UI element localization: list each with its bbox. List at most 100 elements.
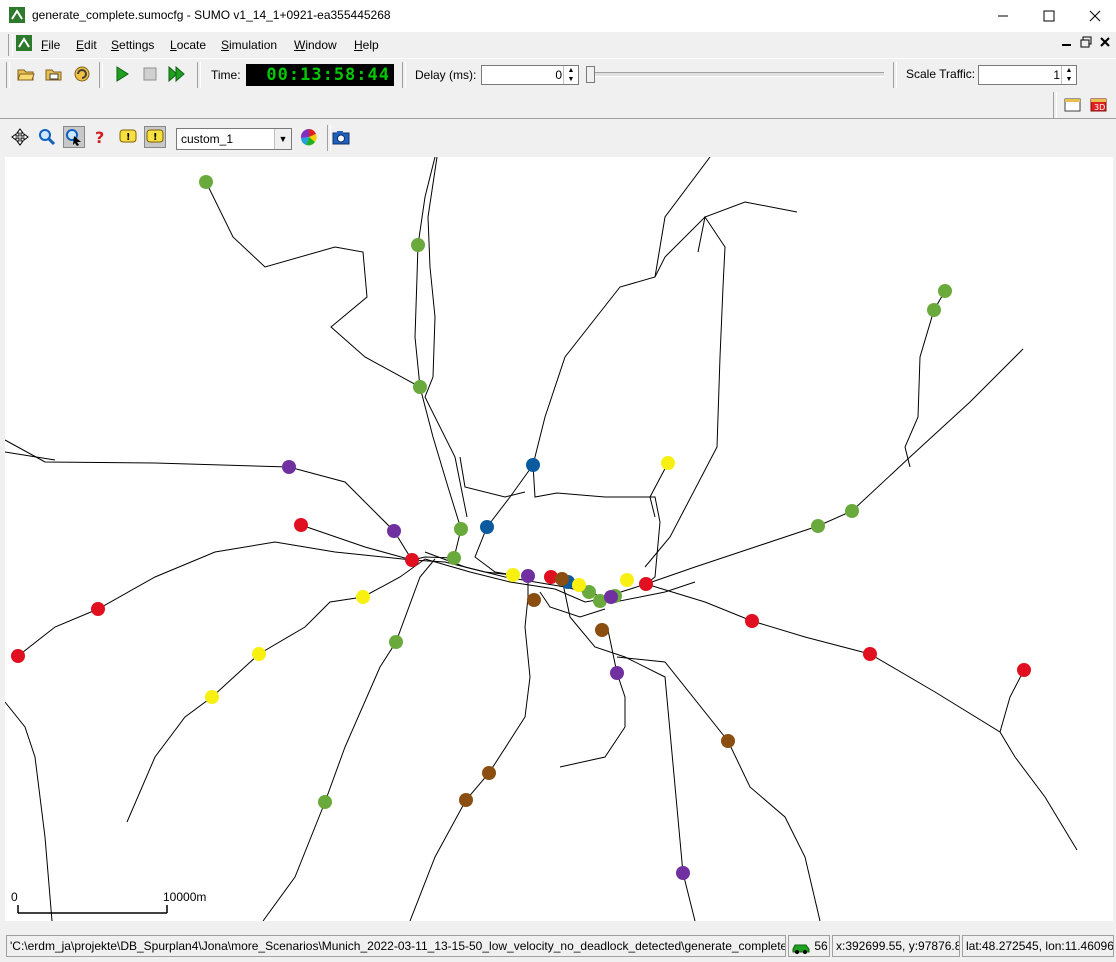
vehicle-marker-red[interactable] [91, 602, 105, 616]
vehicle-marker-yellow[interactable] [661, 456, 675, 470]
camera-icon [332, 131, 350, 145]
edit-coloring-button[interactable] [298, 126, 320, 148]
vehicle-marker-green[interactable] [318, 795, 332, 809]
open-network-button[interactable] [43, 63, 65, 85]
vehicle-marker-red[interactable] [639, 577, 653, 591]
vehicle-count-field: 56 [788, 935, 830, 957]
vehicle-marker-blue[interactable] [480, 520, 494, 534]
delay-slider-thumb[interactable] [586, 66, 595, 83]
spin-down-icon[interactable]: ▼ [1062, 75, 1076, 84]
delay-spinner[interactable]: 0 ▲ ▼ [481, 65, 579, 85]
color-wheel-icon [300, 128, 317, 146]
menubar-grip[interactable] [8, 34, 13, 56]
rail-edge [616, 656, 821, 921]
query-button[interactable]: ? [90, 126, 112, 148]
vehicle-marker-yellow[interactable] [252, 647, 266, 661]
network-view-canvas[interactable]: 0 10000m [5, 157, 1113, 921]
mdi-restore-button[interactable] [1079, 36, 1093, 50]
spin-up-icon[interactable]: ▲ [1062, 66, 1076, 75]
vehicle-marker-yellow[interactable] [620, 573, 634, 587]
vehicle-marker-green[interactable] [389, 635, 403, 649]
scale-traffic-spinner[interactable]: 1 ▲ ▼ [978, 65, 1077, 85]
vehicle-marker-purple[interactable] [387, 524, 401, 538]
toolbar-grip[interactable] [6, 62, 10, 88]
vehicle-marker-green[interactable] [811, 519, 825, 533]
vehicle-marker-blue[interactable] [526, 458, 540, 472]
vehicle-marker-green[interactable] [845, 504, 859, 518]
show-tooltips-button[interactable]: ! [117, 126, 139, 148]
delay-spinner-arrows[interactable]: ▲ ▼ [563, 66, 578, 84]
vehicle-count: 56 [814, 939, 828, 953]
menu-window[interactable]: Window [294, 38, 337, 52]
vehicle-marker-green[interactable] [447, 551, 461, 565]
reload-button[interactable] [71, 63, 93, 85]
menu-help[interactable]: Help [354, 38, 379, 52]
step-button[interactable] [166, 63, 188, 85]
vehicle-marker-yellow[interactable] [572, 578, 586, 592]
maximize-button[interactable] [1026, 0, 1072, 32]
menu-file[interactable]: File [41, 38, 60, 52]
new-3d-view-button[interactable]: 3D [1088, 93, 1110, 115]
menu-edit[interactable]: Edit [76, 38, 97, 52]
vehicle-marker-red[interactable] [11, 649, 25, 663]
vehicle-marker-yellow[interactable] [506, 568, 520, 582]
color-scheme-dropdown[interactable]: custom_1 ▼ [176, 128, 292, 150]
menu-simulation[interactable]: Simulation [221, 38, 277, 52]
mdi-close-button[interactable] [1098, 36, 1112, 50]
zoom-button[interactable] [36, 126, 58, 148]
delay-label: Delay (ms): [415, 68, 477, 82]
vehicle-marker-brown[interactable] [595, 623, 609, 637]
mdi-minimize-button[interactable] [1060, 36, 1074, 50]
minimize-button[interactable] [980, 0, 1026, 32]
vehicle-marker-green[interactable] [199, 175, 213, 189]
toolbar-separator [197, 62, 201, 88]
vehicle-marker-red[interactable] [294, 518, 308, 532]
network-map[interactable]: 0 10000m [5, 157, 1113, 921]
close-button[interactable] [1072, 0, 1116, 32]
screenshot-button[interactable] [330, 126, 352, 148]
delay-slider-track[interactable] [590, 72, 884, 77]
toggle-tooltips-button[interactable]: ! [144, 126, 166, 148]
vehicle-marker-red[interactable] [863, 647, 877, 661]
locate-select-button[interactable] [63, 126, 85, 148]
vehicle-marker-red[interactable] [405, 553, 419, 567]
run-button[interactable] [111, 63, 133, 85]
toolbar-grip[interactable] [1053, 92, 1057, 118]
rail-edge [414, 157, 462, 559]
vehicle-marker-green[interactable] [454, 522, 468, 536]
vehicle-marker-purple[interactable] [521, 569, 535, 583]
vehicle-marker-green[interactable] [413, 380, 427, 394]
vehicle-marker-red[interactable] [1017, 663, 1031, 677]
new-2d-view-button[interactable] [1062, 93, 1084, 115]
vehicle-marker-purple[interactable] [282, 460, 296, 474]
rail-edge [645, 583, 1078, 851]
vehicle-marker-brown[interactable] [721, 734, 735, 748]
main-toolbar: Time: 00:13:58:44 Delay (ms): 0 ▲ ▼ Scal… [0, 58, 1116, 92]
scale-bar: 0 10000m [11, 890, 206, 914]
vehicle-marker-purple[interactable] [610, 666, 624, 680]
menu-settings[interactable]: Settings [111, 38, 154, 52]
vehicle-marker-yellow[interactable] [205, 690, 219, 704]
spin-up-icon[interactable]: ▲ [564, 66, 578, 75]
vehicle-marker-brown[interactable] [482, 766, 496, 780]
chevron-down-icon[interactable]: ▼ [274, 129, 291, 149]
vehicle-marker-red[interactable] [745, 614, 759, 628]
sumo-doc-icon[interactable] [16, 35, 32, 51]
railway-lines [5, 157, 1078, 921]
vehicle-marker-green[interactable] [411, 238, 425, 252]
vehicle-marker-purple[interactable] [676, 866, 690, 880]
vehicle-marker-brown[interactable] [527, 593, 541, 607]
vehicle-marker-green[interactable] [938, 284, 952, 298]
rail-edge [654, 157, 711, 278]
menu-locate[interactable]: Locate [170, 38, 206, 52]
vehicle-marker-purple[interactable] [604, 590, 618, 604]
vehicle-marker-brown[interactable] [555, 572, 569, 586]
vehicle-marker-yellow[interactable] [356, 590, 370, 604]
spin-down-icon[interactable]: ▼ [564, 75, 578, 84]
vehicle-marker-green[interactable] [927, 303, 941, 317]
recenter-view-button[interactable] [9, 126, 31, 148]
scale-spinner-arrows[interactable]: ▲ ▼ [1061, 66, 1076, 84]
open-simulation-button[interactable] [15, 63, 37, 85]
stop-button[interactable] [139, 63, 161, 85]
vehicle-marker-brown[interactable] [459, 793, 473, 807]
